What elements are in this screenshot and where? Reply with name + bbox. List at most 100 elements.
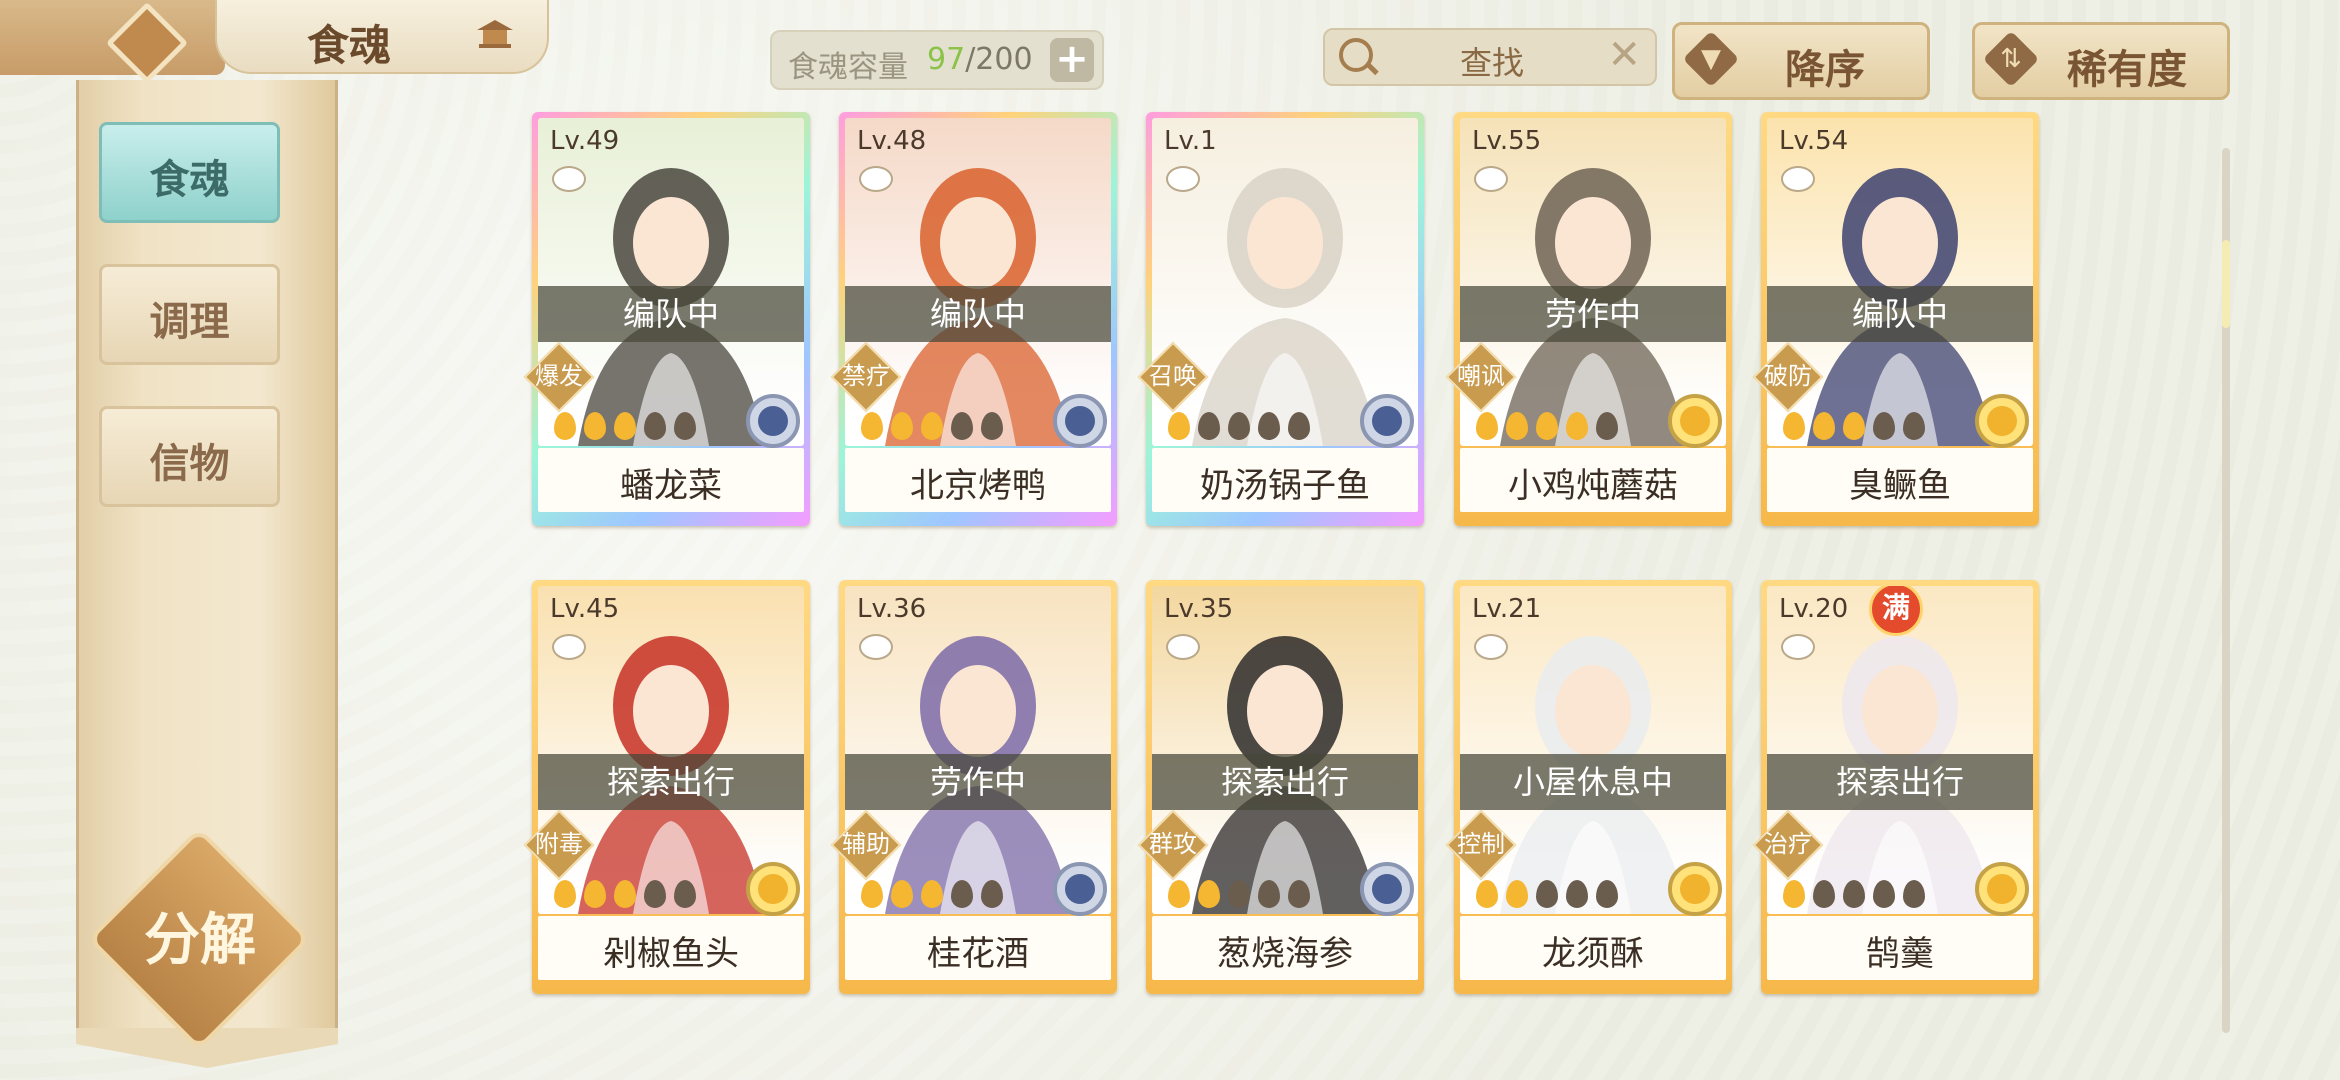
food-soul-card[interactable]: Lv.1 召唤 奶汤锅子鱼 — [1137, 112, 1424, 526]
flame-icon — [1288, 880, 1310, 908]
star-flames — [1783, 412, 1933, 442]
star-flames — [861, 880, 1011, 910]
star-flames — [1476, 412, 1626, 442]
character-name: 奶汤锅子鱼 — [1200, 466, 1370, 506]
flame-icon — [1258, 880, 1280, 908]
tab-food-soul[interactable]: 食魂 — [99, 122, 280, 223]
star-flames — [1783, 880, 1933, 910]
rarity-medal-icon — [1360, 394, 1414, 448]
tab-conditioning[interactable]: 调理 — [99, 264, 280, 365]
food-soul-card[interactable]: Lv.21 小屋休息中 控制 龙须酥 — [1445, 580, 1732, 994]
character-name: 蟠龙菜 — [620, 466, 722, 506]
name-plate: 蟠龙菜 — [538, 448, 804, 512]
flame-icon — [1168, 880, 1190, 908]
role-tag-label: 禁疗 — [842, 362, 890, 390]
flame-icon — [1198, 880, 1220, 908]
flame-icon — [1783, 412, 1805, 440]
star-flames — [554, 412, 704, 442]
role-tag-label: 群攻 — [1149, 830, 1197, 858]
flame-icon — [1198, 412, 1220, 440]
rarity-medal-icon — [746, 394, 800, 448]
scrollbar-thumb[interactable] — [2222, 240, 2230, 328]
flame-icon — [1843, 880, 1865, 908]
character-name: 北京烤鸭 — [910, 466, 1046, 506]
search-box[interactable]: 查找 ✕ — [1323, 28, 1657, 86]
flame-icon — [1783, 880, 1805, 908]
status-banner: 探索出行 — [538, 754, 804, 810]
dish-icon — [552, 634, 586, 660]
food-soul-card[interactable]: Lv.54 编队中 破防 臭鳜鱼 — [1752, 112, 2039, 526]
dish-icon — [1781, 166, 1815, 192]
triangle-down-icon: ▼ — [1701, 44, 1721, 74]
tab-label: 食魂 — [149, 156, 230, 203]
character-name: 桂花酒 — [927, 934, 1029, 974]
flame-icon — [1903, 412, 1925, 440]
food-soul-card[interactable]: Lv.48 编队中 禁疗 北京烤鸭 — [830, 112, 1117, 526]
rarity-medal-icon — [1360, 862, 1414, 916]
character-name: 鹄羹 — [1866, 934, 1934, 974]
tab-label: 调理 — [149, 298, 230, 345]
flame-icon — [861, 880, 883, 908]
flame-icon — [1228, 880, 1250, 908]
role-tag-label: 召唤 — [1149, 362, 1197, 390]
status-banner: 劳作中 — [845, 754, 1111, 810]
flame-icon — [1873, 880, 1895, 908]
level-label: Lv.54 — [1779, 126, 1849, 156]
rarity-medal-icon — [1975, 862, 2029, 916]
dish-icon — [859, 166, 893, 192]
sort-by-button[interactable]: ⇅ 稀有度 — [1972, 22, 2230, 100]
level-label: Lv.45 — [550, 594, 620, 624]
food-soul-card[interactable]: Lv.36 劳作中 辅助 桂花酒 — [830, 580, 1117, 994]
flame-icon — [1506, 880, 1528, 908]
flame-icon — [1536, 412, 1558, 440]
flame-icon — [1288, 412, 1310, 440]
flame-icon — [1228, 412, 1250, 440]
name-plate: 桂花酒 — [845, 916, 1111, 980]
flame-icon — [674, 412, 696, 440]
pavilion-icon — [477, 20, 513, 48]
sort-order-button[interactable]: ▼ 降序 — [1672, 22, 1930, 100]
flame-icon — [674, 880, 696, 908]
dish-icon — [1166, 634, 1200, 660]
flame-icon — [1536, 880, 1558, 908]
flame-icon — [1843, 412, 1865, 440]
food-soul-card[interactable]: Lv.55 劳作中 嘲讽 小鸡炖蘑菇 — [1445, 112, 1732, 526]
flame-icon — [584, 880, 606, 908]
food-soul-card[interactable]: Lv.35 探索出行 群攻 葱烧海参 — [1137, 580, 1424, 994]
flame-icon — [644, 412, 666, 440]
back-button[interactable] — [0, 0, 225, 85]
food-soul-card[interactable]: Lv.20 满 探索出行 治疗 鹄羹 — [1752, 580, 2039, 994]
sort-order-label: 降序 — [1785, 46, 1865, 93]
food-soul-card[interactable]: Lv.45 探索出行 附毒 剁椒鱼头 — [523, 580, 810, 994]
star-flames — [1168, 412, 1318, 442]
rarity-medal-icon — [1668, 394, 1722, 448]
food-soul-card[interactable]: Lv.49 编队中 爆发 蟠龙菜 — [523, 112, 810, 526]
star-flames — [1476, 880, 1626, 910]
flame-icon — [891, 412, 913, 440]
decompose-label[interactable]: 分解 — [120, 895, 280, 976]
level-label: Lv.21 — [1472, 594, 1542, 624]
flame-icon — [1476, 880, 1498, 908]
clear-search-icon[interactable]: ✕ — [1607, 32, 1641, 78]
flame-icon — [1168, 412, 1190, 440]
flame-icon — [891, 880, 913, 908]
sort-by-label: 稀有度 — [2067, 46, 2187, 93]
flame-icon — [921, 412, 943, 440]
flame-icon — [644, 880, 666, 908]
status-banner: 劳作中 — [1460, 286, 1726, 342]
level-label: Lv.55 — [1472, 126, 1542, 156]
character-name: 小鸡炖蘑菇 — [1508, 466, 1678, 506]
star-flames — [861, 412, 1011, 442]
level-label: Lv.35 — [1164, 594, 1234, 624]
flame-icon — [981, 412, 1003, 440]
flame-icon — [1873, 412, 1895, 440]
tab-keepsake[interactable]: 信物 — [99, 406, 280, 507]
role-tag-label: 附毒 — [535, 830, 583, 858]
capacity-add-button[interactable]: + — [1050, 38, 1094, 82]
sort-by-badge: ⇅ — [1982, 30, 2040, 88]
name-plate: 小鸡炖蘑菇 — [1460, 448, 1726, 512]
rarity-medal-icon — [1975, 394, 2029, 448]
character-name: 剁椒鱼头 — [603, 934, 739, 974]
dish-icon — [552, 166, 586, 192]
name-plate: 奶汤锅子鱼 — [1152, 448, 1418, 512]
